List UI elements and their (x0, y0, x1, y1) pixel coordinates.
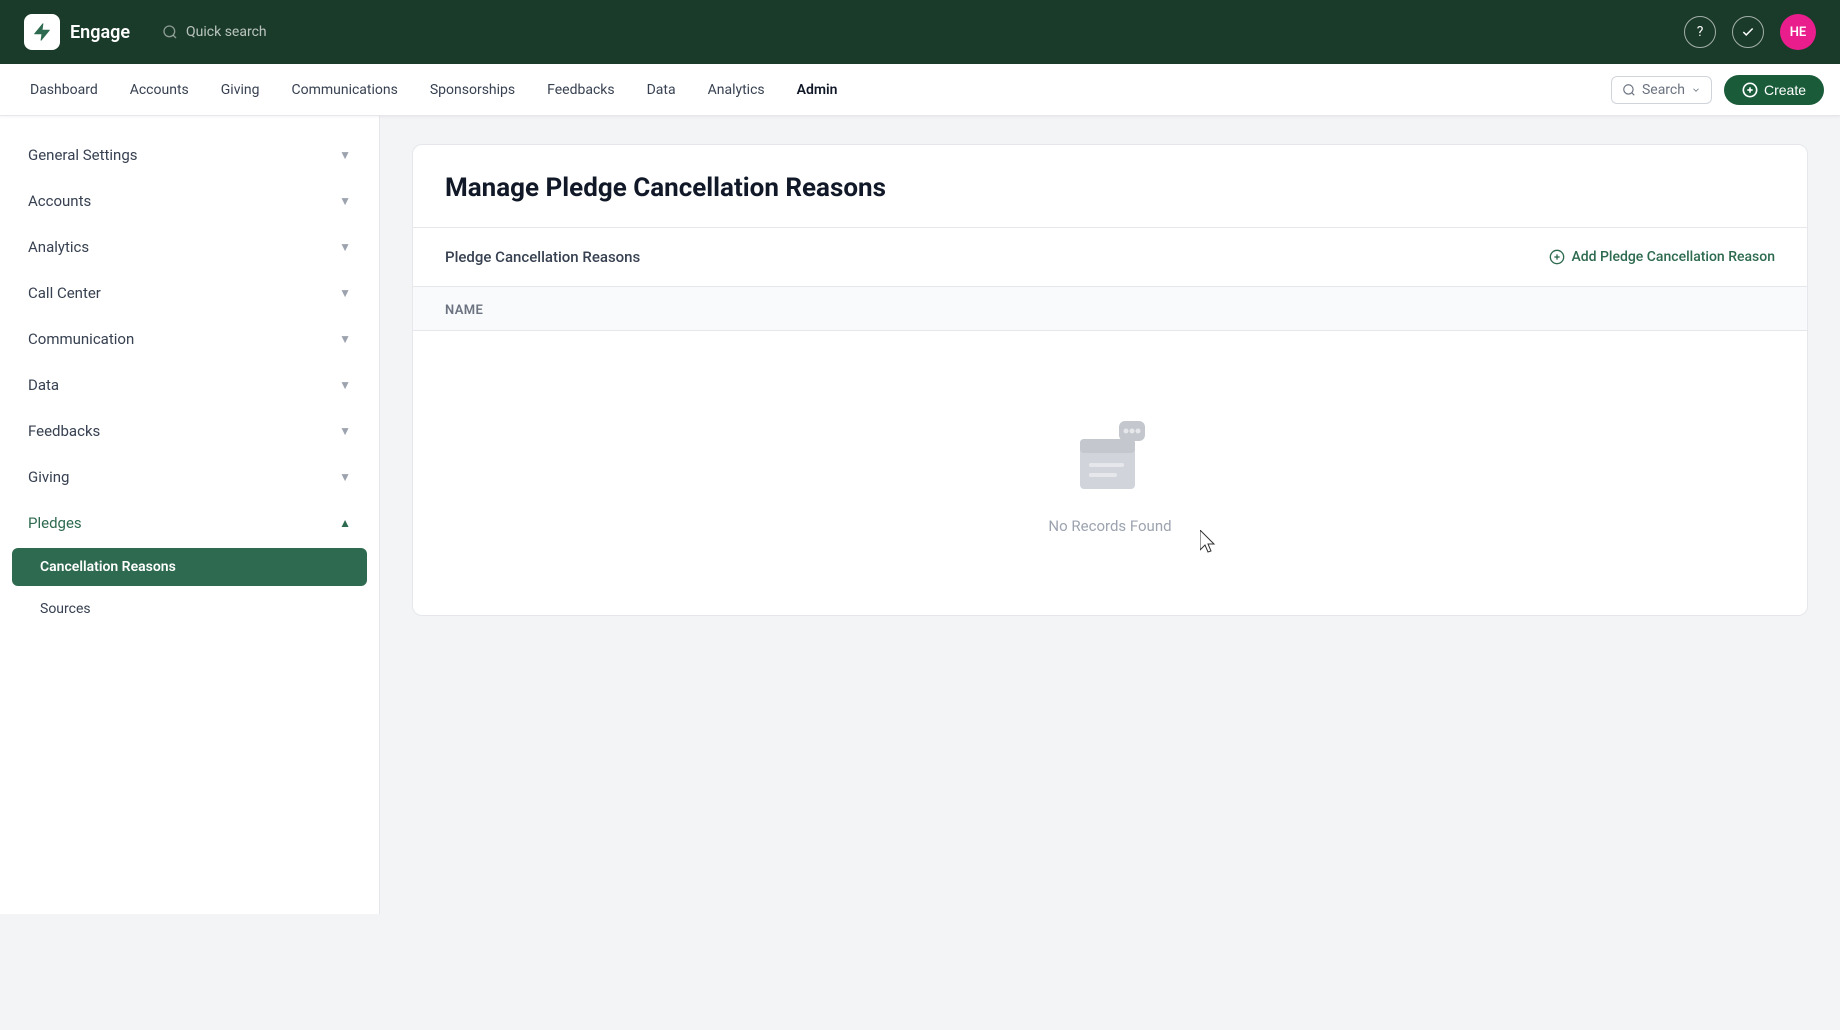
page-layout: General Settings ▼ Accounts ▼ Analytics … (0, 116, 1840, 914)
chevron-down-icon: ▼ (339, 286, 351, 300)
sidebar-item-pledges[interactable]: Pledges ▲ (0, 500, 379, 546)
nav-item-giving[interactable]: Giving (207, 76, 274, 104)
plus-circle-icon (1742, 82, 1758, 98)
app-name: Engage (70, 22, 130, 43)
nav-item-sponsorships[interactable]: Sponsorships (416, 76, 529, 104)
sidebar-item-call-center[interactable]: Call Center ▼ (0, 270, 379, 316)
nav-item-admin[interactable]: Admin (783, 76, 852, 104)
sidebar-sublabel-sources: Sources (40, 601, 91, 617)
sidebar-subitem-sources[interactable]: Sources (0, 588, 379, 630)
chevron-down-icon: ▼ (339, 240, 351, 254)
sidebar: General Settings ▼ Accounts ▼ Analytics … (0, 116, 380, 914)
topbar-actions: ? HE (1684, 14, 1816, 50)
content-card: Manage Pledge Cancellation Reasons Pledg… (412, 144, 1808, 616)
sidebar-label-communication: Communication (28, 330, 134, 348)
nav-item-accounts[interactable]: Accounts (116, 76, 203, 104)
chevron-down-icon: ▼ (339, 424, 351, 438)
sidebar-item-accounts[interactable]: Accounts ▼ (0, 178, 379, 224)
sidebar-item-communication[interactable]: Communication ▼ (0, 316, 379, 362)
add-cancellation-reason-button[interactable]: Add Pledge Cancellation Reason (1549, 249, 1775, 265)
sidebar-item-general-settings[interactable]: General Settings ▼ (0, 132, 379, 178)
nav-item-dashboard[interactable]: Dashboard (16, 76, 112, 104)
main-content: Manage Pledge Cancellation Reasons Pledg… (380, 116, 1840, 914)
secondary-nav: Dashboard Accounts Giving Communications… (0, 64, 1840, 116)
question-icon: ? (1697, 24, 1704, 40)
chevron-down-icon: ▼ (339, 194, 351, 208)
user-avatar[interactable]: HE (1780, 14, 1816, 50)
chevron-up-icon: ▲ (339, 516, 351, 530)
topbar: Engage Quick search ? HE (0, 0, 1840, 64)
section-label: Pledge Cancellation Reasons (445, 248, 640, 266)
nav-item-data[interactable]: Data (633, 76, 690, 104)
nav-item-communications[interactable]: Communications (277, 76, 411, 104)
chevron-down-icon: ▼ (339, 470, 351, 484)
sidebar-label-pledges: Pledges (28, 514, 82, 532)
help-button[interactable]: ? (1684, 16, 1716, 48)
sidebar-sublabel-cancellation-reasons: Cancellation Reasons (40, 559, 176, 575)
sidebar-label-general-settings: General Settings (28, 146, 138, 164)
create-button[interactable]: Create (1724, 75, 1824, 105)
checkmark-icon (1741, 25, 1755, 39)
empty-state: No Records Found (413, 331, 1807, 615)
sidebar-item-analytics[interactable]: Analytics ▼ (0, 224, 379, 270)
chevron-down-icon: ▼ (339, 332, 351, 346)
nav-items: Dashboard Accounts Giving Communications… (16, 76, 1611, 104)
content-card-header: Manage Pledge Cancellation Reasons (413, 145, 1807, 228)
page-title: Manage Pledge Cancellation Reasons (445, 173, 1775, 203)
logo-icon (24, 14, 60, 50)
sidebar-label-feedbacks: Feedbacks (28, 422, 100, 440)
sidebar-item-giving[interactable]: Giving ▼ (0, 454, 379, 500)
tasks-button[interactable] (1732, 16, 1764, 48)
search-icon (162, 24, 178, 40)
empty-state-text: No Records Found (1048, 517, 1171, 535)
sidebar-subitem-cancellation-reasons[interactable]: Cancellation Reasons (12, 548, 367, 586)
sidebar-item-feedbacks[interactable]: Feedbacks ▼ (0, 408, 379, 454)
empty-doc-icon (1065, 411, 1155, 501)
nav-right: Search Create (1611, 75, 1824, 105)
nav-item-analytics[interactable]: Analytics (694, 76, 779, 104)
table-header: Name (413, 286, 1807, 331)
column-name: Name (445, 303, 483, 318)
chevron-down-icon: ▼ (339, 378, 351, 392)
chevron-down-icon: ▼ (339, 148, 351, 162)
plus-circle-icon (1549, 249, 1565, 265)
sidebar-item-data[interactable]: Data ▼ (0, 362, 379, 408)
search-box-icon (1622, 83, 1636, 97)
search-box[interactable]: Search (1611, 76, 1712, 104)
sidebar-label-data: Data (28, 376, 59, 394)
section-header: Pledge Cancellation Reasons Add Pledge C… (413, 228, 1807, 286)
sidebar-label-giving: Giving (28, 468, 69, 486)
app-logo[interactable]: Engage (24, 14, 130, 50)
empty-state-illustration (1065, 411, 1155, 501)
sidebar-label-call-center: Call Center (28, 284, 101, 302)
sidebar-label-analytics: Analytics (28, 238, 89, 256)
quick-search[interactable]: Quick search (162, 24, 267, 40)
nav-item-feedbacks[interactable]: Feedbacks (533, 76, 628, 104)
sidebar-label-accounts: Accounts (28, 192, 91, 210)
search-dropdown-icon (1691, 85, 1701, 95)
